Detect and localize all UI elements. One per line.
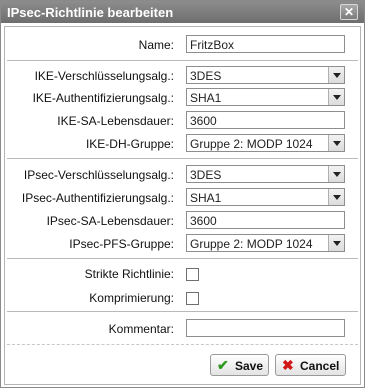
ike-dh-group-value: Gruppe 2: MODP 1024 [190, 137, 313, 151]
chevron-down-icon [328, 189, 344, 205]
chevron-down-icon [328, 67, 344, 83]
ipsec-policy-dialog: IPsec-Richtlinie bearbeiten ✕ Name: Frit… [0, 0, 365, 388]
section-separator [7, 158, 358, 159]
ipsec-pfs-group-label: IPsec-PFS-Gruppe: [69, 237, 174, 251]
ike-encryption-value: 3DES [190, 69, 222, 83]
chevron-down-icon [328, 235, 344, 251]
ike-auth-value: SHA1 [190, 91, 222, 105]
chevron-down-icon [328, 89, 344, 105]
chevron-down-icon [328, 166, 344, 182]
close-icon: ✕ [343, 5, 355, 19]
checkmark-icon: ✔ [217, 357, 229, 373]
ipsec-encryption-value: 3DES [190, 168, 222, 182]
section-separator [7, 258, 358, 259]
comment-label: Kommentar: [108, 322, 174, 336]
ipsec-sa-lifetime-label: IPsec-SA-Lebensdauer: [46, 214, 174, 228]
ipsec-encryption-select[interactable]: 3DES [186, 165, 345, 183]
close-button[interactable]: ✕ [340, 4, 358, 20]
ipsec-auth-value: SHA1 [190, 191, 222, 205]
name-input-value: FritzBox [190, 38, 235, 52]
button-separator [7, 344, 358, 345]
ipsec-sa-lifetime-input[interactable]: 3600 [186, 211, 345, 229]
ike-sa-lifetime-value: 3600 [190, 114, 217, 128]
dialog-title: IPsec-Richtlinie bearbeiten [7, 5, 174, 20]
compression-checkbox[interactable] [186, 292, 199, 305]
ike-dh-group-select[interactable]: Gruppe 2: MODP 1024 [186, 134, 345, 152]
section-separator [7, 311, 358, 312]
chevron-down-icon [328, 135, 344, 151]
name-label: Name: [138, 38, 174, 52]
strict-policy-checkbox[interactable] [186, 268, 199, 281]
ike-encryption-select[interactable]: 3DES [186, 66, 345, 84]
cancel-button-label: Cancel [300, 359, 340, 373]
save-button[interactable]: ✔ Save [210, 354, 269, 376]
ipsec-pfs-group-select[interactable]: Gruppe 2: MODP 1024 [186, 234, 345, 252]
ike-auth-label: IKE-Authentifizierungsalg.: [32, 91, 174, 105]
name-input[interactable]: FritzBox [186, 35, 345, 53]
ipsec-encryption-label: IPsec-Verschlüsselungsalg.: [23, 168, 174, 182]
ipsec-sa-lifetime-value: 3600 [190, 214, 217, 228]
dialog-titlebar[interactable]: IPsec-Richtlinie bearbeiten ✕ [1, 1, 364, 23]
section-separator [7, 60, 358, 61]
ike-sa-lifetime-input[interactable]: 3600 [186, 111, 345, 129]
ipsec-auth-select[interactable]: SHA1 [186, 188, 345, 206]
form-panel: Name: FritzBox IKE-Verschlüsselungsalg.:… [4, 26, 361, 385]
ipsec-pfs-group-value: Gruppe 2: MODP 1024 [190, 237, 313, 251]
save-button-label: Save [235, 359, 264, 373]
ipsec-auth-label: IPsec-Authentifizierungsalg.: [21, 191, 174, 205]
strict-policy-label: Strikte Richtlinie: [84, 267, 174, 281]
ike-dh-group-label: IKE-DH-Gruppe: [85, 137, 174, 151]
cancel-button[interactable]: ✖ Cancel [275, 354, 346, 376]
ike-auth-select[interactable]: SHA1 [186, 88, 345, 106]
ike-sa-lifetime-label: IKE-SA-Lebensdauer: [57, 114, 174, 128]
ike-encryption-label: IKE-Verschlüsselungsalg.: [34, 69, 174, 83]
compression-label: Komprimierung: [89, 291, 174, 305]
x-icon: ✖ [282, 357, 294, 373]
comment-input[interactable] [186, 319, 345, 337]
